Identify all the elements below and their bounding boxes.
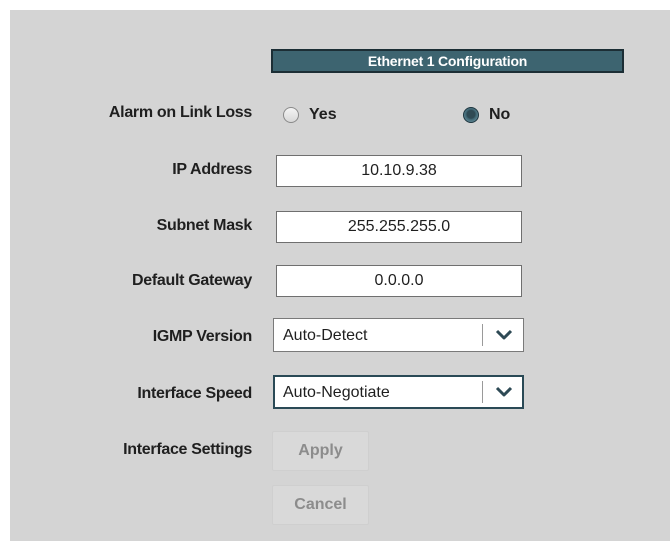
igmp-version-select[interactable]: Auto-Detect: [273, 318, 524, 352]
alarm-no-radio[interactable]: No: [463, 106, 510, 124]
chevron-down-icon[interactable]: [493, 382, 515, 402]
igmp-version-label: IGMP Version: [152, 328, 253, 345]
chevron-down-icon[interactable]: [493, 325, 515, 345]
subnet-mask-value: 255.255.255.0: [347, 218, 451, 235]
alarm-no-label: No: [489, 106, 511, 123]
igmp-version-value: Auto-Detect: [283, 327, 368, 344]
interface-settings-label: Interface Settings: [123, 441, 252, 458]
interface-speed-value: Auto-Negotiate: [283, 384, 390, 401]
alarm-yes-radio[interactable]: Yes: [283, 106, 337, 124]
apply-button[interactable]: Apply: [272, 431, 369, 471]
alarm-on-link-loss-label: Alarm on Link Loss: [108, 104, 252, 121]
select-divider: [482, 381, 483, 403]
ip-address-label: IP Address: [172, 161, 252, 178]
subnet-mask-field[interactable]: 255.255.255.0: [276, 211, 522, 243]
default-gateway-field[interactable]: 0.0.0.0: [276, 265, 522, 297]
ip-address-value: 10.10.9.38: [361, 162, 437, 179]
cancel-button[interactable]: Cancel: [272, 485, 369, 525]
section-header: Ethernet 1 Configuration: [271, 49, 624, 73]
alarm-yes-label: Yes: [309, 106, 337, 123]
radio-selected-icon: [463, 107, 479, 123]
ip-address-field[interactable]: 10.10.9.38: [276, 155, 522, 187]
section-title: Ethernet 1 Configuration: [367, 53, 528, 69]
interface-speed-select[interactable]: Auto-Negotiate: [273, 375, 524, 409]
select-divider: [482, 324, 483, 346]
default-gateway-value: 0.0.0.0: [374, 272, 424, 289]
interface-speed-label: Interface Speed: [137, 385, 252, 402]
subnet-mask-label: Subnet Mask: [156, 217, 253, 234]
default-gateway-label: Default Gateway: [132, 272, 252, 289]
radio-unselected-icon: [283, 107, 299, 123]
